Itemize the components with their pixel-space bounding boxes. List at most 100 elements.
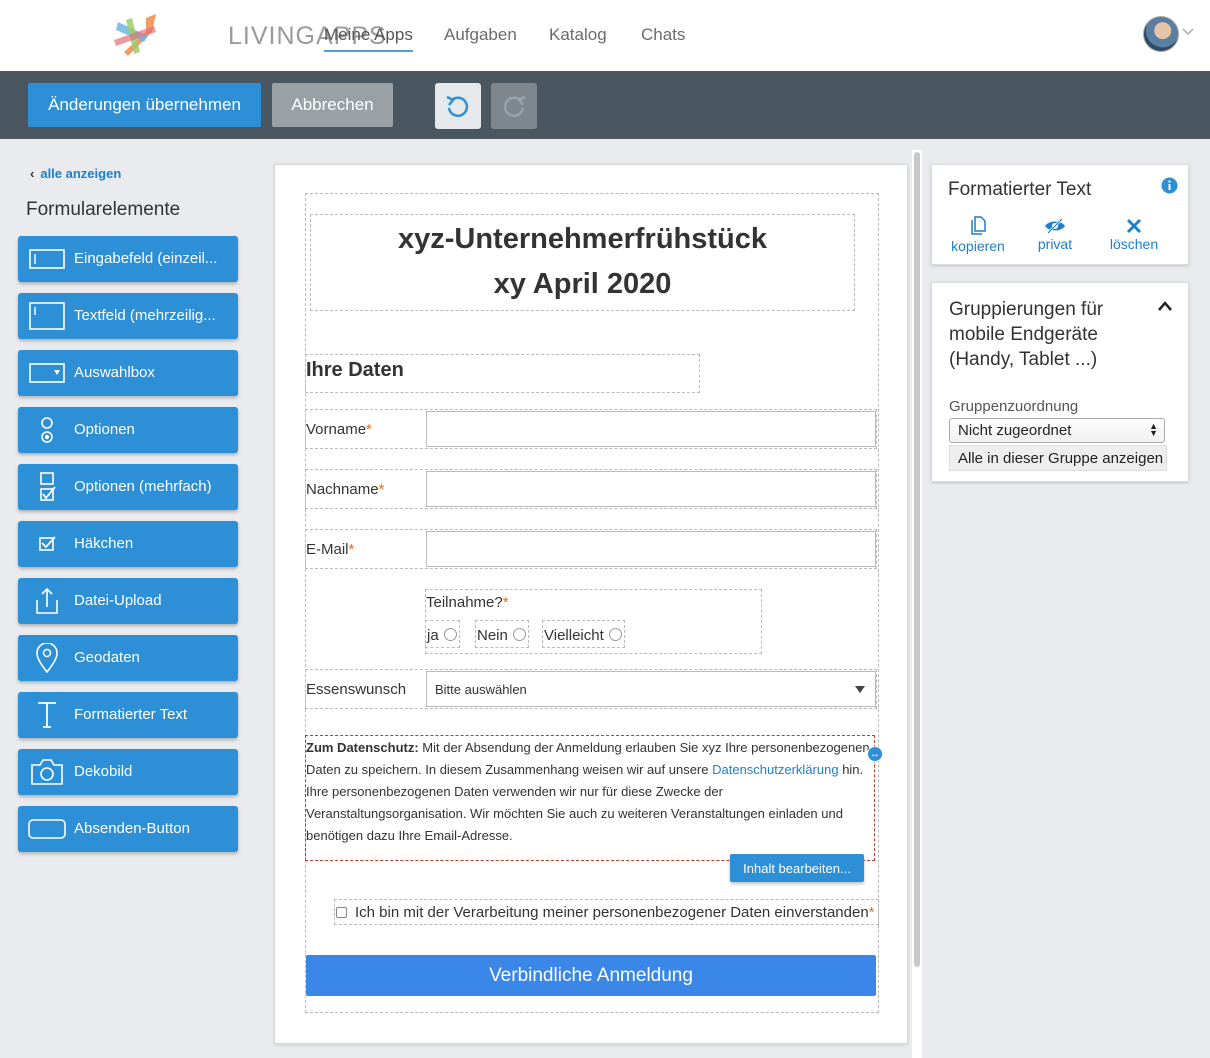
livingapps-logo[interactable]: LIVINGAPPS [28, 12, 386, 58]
show-all-link[interactable]: ‹ alle anzeigen [30, 166, 121, 181]
info-icon[interactable] [1161, 177, 1178, 194]
delete-x-icon [1126, 218, 1142, 234]
radio-options-icon [41, 417, 53, 443]
label-email: E-Mail* [306, 541, 354, 558]
nav-tab-meine-apps[interactable]: Meine Apps [324, 25, 413, 52]
required-marker: * [348, 541, 355, 558]
upload-icon [36, 587, 58, 614]
redo-button[interactable] [491, 83, 537, 129]
delete-action[interactable]: löschen [1108, 218, 1160, 252]
checkmark-icon [39, 536, 56, 551]
edit-content-button[interactable]: Inhalt bearbeiten... [730, 854, 864, 882]
label-email-text: E-Mail [306, 541, 349, 558]
element-submit-button[interactable]: Absenden-Button [18, 806, 238, 852]
element-decorative-image[interactable]: Dekobild [18, 749, 238, 795]
label-vorname: Vorname* [306, 421, 372, 438]
cancel-button[interactable]: Abbrechen [272, 83, 393, 127]
consent-text: Ich bin mit der Verarbeitung meiner pers… [355, 904, 869, 921]
radio-option-vielleicht[interactable]: Vielleicht [542, 620, 625, 648]
element-file-upload[interactable]: Datei-Upload [18, 578, 238, 624]
element-formatted-text[interactable]: Formatierter Text [18, 692, 238, 738]
radio-button[interactable] [608, 628, 622, 641]
element-label: Optionen [74, 421, 135, 438]
consent-checkbox[interactable] [336, 907, 347, 918]
email-input[interactable] [426, 531, 876, 567]
chevron-down-icon[interactable] [1182, 26, 1194, 38]
canvas-scrollbar[interactable] [912, 150, 922, 1058]
user-avatar[interactable] [1143, 16, 1179, 52]
submit-registration-button[interactable]: Verbindliche Anmeldung [306, 955, 876, 996]
copy-action[interactable]: kopieren [951, 216, 1005, 254]
element-label: Eingabefeld (einzeil... [74, 250, 218, 267]
element-label: Optionen (mehrfach) [74, 478, 212, 495]
element-label: Dekobild [74, 763, 133, 780]
required-marker: * [366, 421, 372, 438]
essenswunsch-select[interactable]: Bitte auswählen [426, 671, 876, 707]
element-radio-options[interactable]: Optionen [18, 407, 238, 453]
radio-option-label: ja [427, 627, 439, 644]
consent-label: Ich bin mit der Verarbeitung meiner pers… [355, 904, 875, 921]
copy-label: kopieren [951, 238, 1005, 254]
form-elements-title: Formularelemente [26, 199, 181, 220]
multi-line-textarea-icon [29, 302, 65, 330]
radio-option-label: Vielleicht [544, 627, 604, 644]
label-nachname-text: Nachname [306, 481, 379, 498]
required-marker: * [378, 481, 385, 498]
submit-button-icon [28, 819, 66, 839]
eye-slash-icon [1045, 218, 1065, 234]
editor-toolbar: Änderungen übernehmen Abbrechen [0, 71, 1210, 139]
element-label: Häkchen [74, 535, 134, 552]
group-assignment-select[interactable]: Nicht zugeordnet ▲ ▼ [949, 418, 1165, 443]
element-label: Formatierter Text [74, 706, 188, 723]
privacy-text: Zum Datenschutz: Mit der Absendung der A… [306, 737, 874, 847]
show-group-button[interactable]: Alle in dieser Gruppe anzeigen [949, 445, 1167, 471]
group-select-value: Nicht zugeordnet [958, 422, 1072, 439]
caret-down-icon [855, 686, 865, 693]
chevron-up-icon[interactable] [1157, 300, 1173, 312]
nav-tab-aufgaben[interactable]: Aufgaben [444, 25, 517, 45]
radio-button[interactable] [443, 628, 457, 641]
checkbox-options-icon [40, 472, 56, 501]
logo-mark-icon [114, 14, 156, 56]
redo-icon [503, 95, 526, 117]
select-arrows-icon: ▲ ▼ [1149, 421, 1158, 438]
private-action[interactable]: privat [1032, 218, 1078, 252]
element-multi-line-textarea[interactable]: Textfeld (mehrzeilig... [18, 293, 238, 339]
element-single-line-input[interactable]: Eingabefeld (einzeil... [18, 236, 238, 282]
radio-option-nein[interactable]: Nein [475, 620, 529, 648]
text-format-icon [38, 702, 56, 728]
nav-tab-katalog[interactable]: Katalog [549, 25, 607, 45]
private-label: privat [1037, 236, 1073, 252]
form-title: xyz-Unternehmerfrühstück xy April 2020 [310, 217, 855, 307]
scrollbar-thumb[interactable] [914, 152, 920, 967]
vorname-input[interactable] [426, 411, 876, 447]
label-vorname-text: Vorname [306, 421, 367, 438]
radio-option-label: Nein [477, 627, 508, 644]
label-essenswunsch: Essenswunsch [306, 681, 407, 698]
apply-changes-button[interactable]: Änderungen übernehmen [28, 83, 261, 127]
undo-icon [446, 95, 469, 117]
element-label: Textfeld (mehrzeilig... [74, 307, 216, 324]
element-checkbox-options[interactable]: Optionen (mehrfach) [18, 464, 238, 510]
element-geodata[interactable]: Geodaten [18, 635, 238, 681]
radio-option-ja[interactable]: ja [425, 620, 460, 648]
nachname-input[interactable] [426, 471, 876, 507]
nav-tab-chats[interactable]: Chats [641, 25, 685, 45]
element-select-box[interactable]: Auswahlbox [18, 350, 238, 396]
required-marker: * [502, 594, 509, 611]
radio-button[interactable] [512, 628, 526, 641]
section-title: Ihre Daten [306, 359, 404, 381]
camera-icon [31, 759, 63, 785]
select-box-icon [29, 363, 65, 383]
resize-handle-icon[interactable]: ↔ [867, 746, 883, 762]
element-checkmark[interactable]: Häkchen [18, 521, 238, 567]
element-label: Datei-Upload [74, 592, 162, 609]
map-pin-icon [36, 643, 58, 673]
element-label: Auswahlbox [74, 364, 155, 381]
chevron-left-icon: ‹ [30, 166, 35, 181]
group-assignment-label: Gruppenzuordnung [949, 398, 1079, 415]
undo-button[interactable] [435, 83, 481, 129]
privacy-policy-link[interactable]: Datenschutzerklärung [712, 762, 838, 777]
select-value: Bitte auswählen [435, 682, 527, 697]
privacy-bold: Zum Datenschutz: [306, 740, 419, 755]
